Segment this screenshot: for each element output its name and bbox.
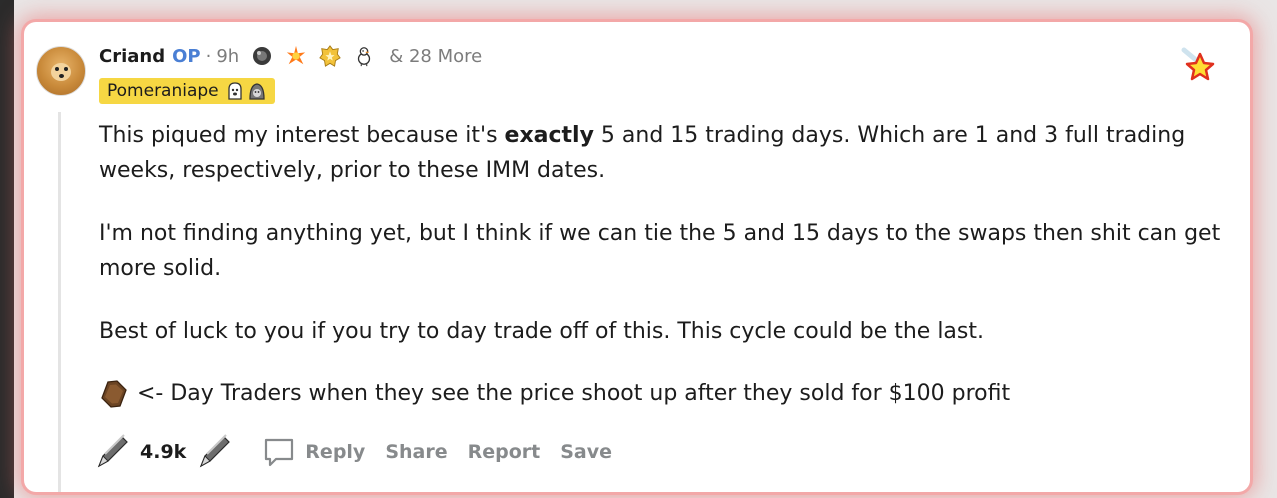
flair-emoji-icon bbox=[225, 81, 245, 101]
paragraph-4: <- Day Traders when they see the price s… bbox=[99, 376, 1010, 411]
flair-text: Pomeraniape bbox=[107, 81, 219, 101]
save-button[interactable]: Save bbox=[560, 441, 612, 463]
paragraph-2-line-1: I'm not finding anything yet, but I thin… bbox=[99, 221, 1221, 246]
award-icon[interactable] bbox=[353, 45, 375, 67]
award-icon[interactable] bbox=[285, 45, 307, 67]
star-icon[interactable] bbox=[1178, 46, 1218, 86]
comment-actions: 4.9k Reply Share Report Save bbox=[94, 432, 612, 472]
window-edge bbox=[0, 0, 14, 498]
paragraph-1: This piqued my interest because it's exa… bbox=[99, 123, 1186, 183]
upvote-icon[interactable] bbox=[94, 434, 130, 470]
downvote-icon[interactable] bbox=[196, 434, 232, 470]
timestamp[interactable]: 9h bbox=[216, 46, 239, 67]
op-badge: OP bbox=[172, 45, 201, 67]
flair-emoji-icon bbox=[247, 81, 267, 101]
more-awards-link[interactable]: & 28 More bbox=[389, 46, 482, 67]
separator: · bbox=[205, 45, 212, 67]
award-icon[interactable] bbox=[251, 45, 273, 67]
bold-text: exactly bbox=[504, 123, 594, 148]
vote-score: 4.9k bbox=[140, 441, 187, 463]
reply-button[interactable]: Reply bbox=[305, 441, 365, 463]
comment-meta: Criand OP · 9h & 28 More bbox=[99, 44, 482, 68]
avatar[interactable] bbox=[36, 46, 86, 96]
paragraph-3: Best of luck to you if you try to day tr… bbox=[99, 319, 984, 344]
comment-icon[interactable] bbox=[262, 435, 296, 469]
paragraph-2-line-2: more solid. bbox=[99, 256, 222, 281]
comment-card: Criand OP · 9h & 28 More Pomeraniape Thi… bbox=[24, 22, 1250, 492]
share-button[interactable]: Share bbox=[385, 441, 447, 463]
user-flair: Pomeraniape bbox=[99, 78, 275, 104]
author-name[interactable]: Criand bbox=[99, 46, 165, 67]
coffin-icon bbox=[99, 379, 129, 409]
report-button[interactable]: Report bbox=[468, 441, 541, 463]
thread-line[interactable] bbox=[58, 112, 61, 492]
award-icon[interactable] bbox=[319, 45, 341, 67]
